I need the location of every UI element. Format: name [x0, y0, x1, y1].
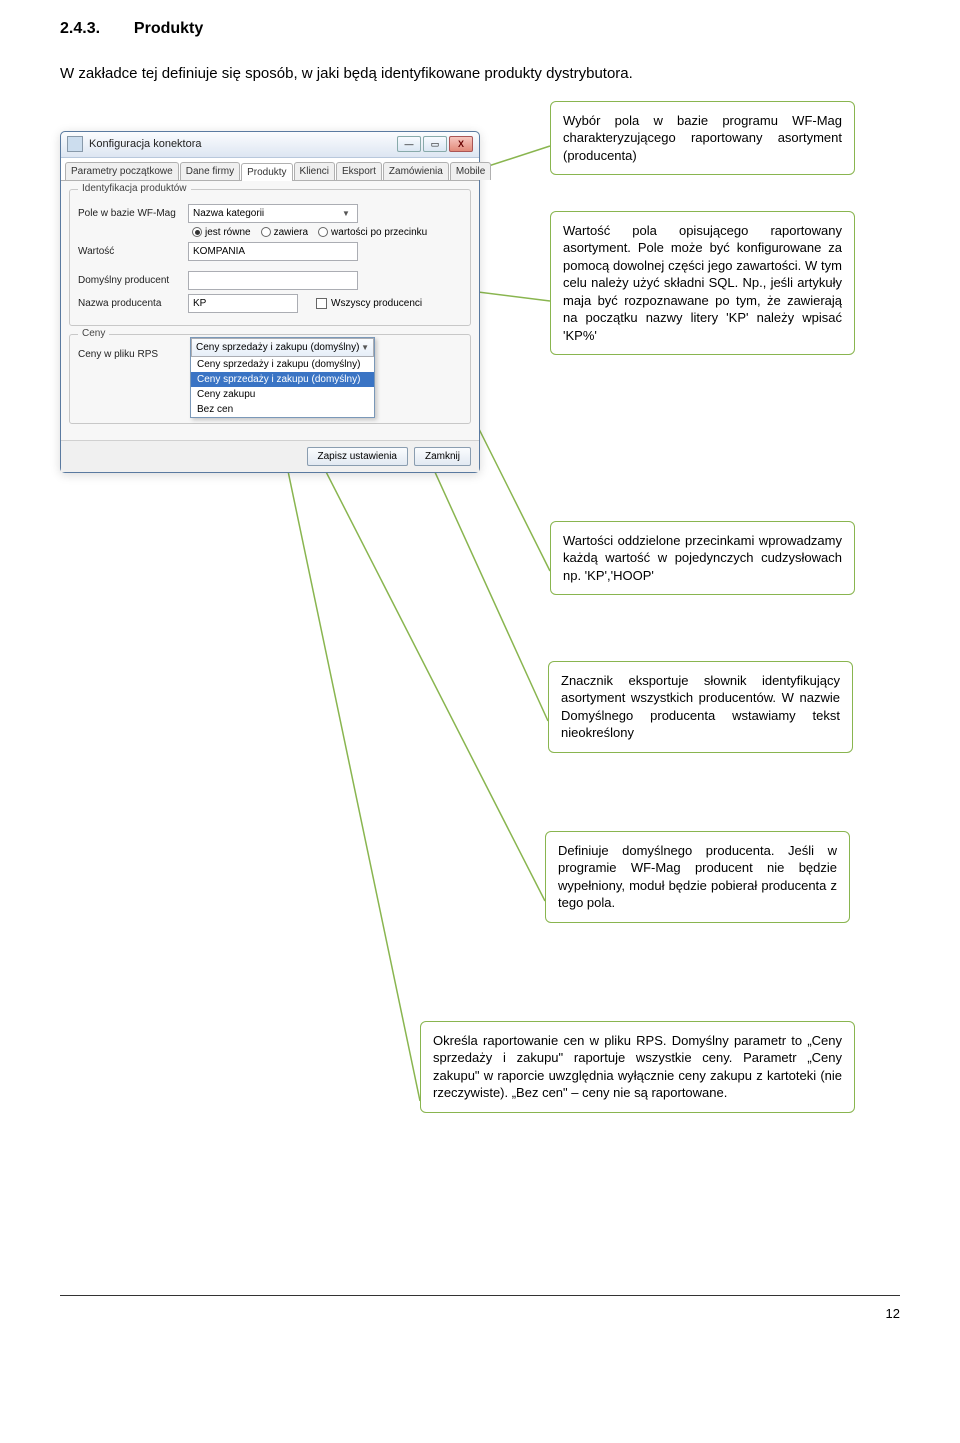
tab-mobile[interactable]: Mobile	[450, 162, 491, 180]
tab-dane-firmy[interactable]: Dane firmy	[180, 162, 240, 180]
combo-ceny-open[interactable]: Ceny sprzedaży i zakupu (domyślny) ▼ Cen…	[190, 337, 375, 418]
section-title: Produkty	[134, 20, 203, 38]
lbl-nazwa: Nazwa producenta	[78, 298, 188, 309]
radio-dot-icon	[192, 227, 202, 237]
close-button[interactable]: X	[449, 136, 473, 152]
callout-6: Określa raportowanie cen w pliku RPS. Do…	[420, 1021, 855, 1113]
lbl-domyslny: Domyślny producent	[78, 275, 188, 286]
input-domyslny[interactable]	[188, 271, 358, 290]
combo-pole-value: Nazwa kategorii	[193, 208, 264, 219]
tab-eksport[interactable]: Eksport	[336, 162, 382, 180]
combo-pole[interactable]: Nazwa kategorii ▼	[188, 204, 358, 223]
radio-wartosci[interactable]: wartości po przecinku	[318, 227, 427, 238]
app-icon	[67, 136, 83, 152]
dd-item-3[interactable]: Bez cen	[191, 402, 374, 417]
dialog-title: Konfiguracja konektora	[89, 138, 397, 150]
lbl-wartosc: Wartość	[78, 246, 188, 257]
callout-1: Wybór pola w bazie programu WF-Mag chara…	[550, 101, 855, 176]
combo-ceny-head[interactable]: Ceny sprzedaży i zakupu (domyślny) ▼	[191, 338, 374, 357]
tab-panel: Identyfikacja produktów Pole w bazie WF-…	[61, 181, 479, 440]
callout-4: Znacznik eksportuje słownik identyfikują…	[548, 661, 853, 753]
close-dialog-button[interactable]: Zamknij	[414, 447, 471, 466]
checkbox-icon	[316, 298, 327, 309]
section-number: 2.4.3.	[60, 20, 100, 38]
dd-item-1[interactable]: Ceny sprzedaży i zakupu (domyślny)	[191, 372, 374, 387]
footer-rule	[60, 1295, 900, 1296]
tab-strip: Parametry początkowe Dane firmy Produkty…	[61, 158, 479, 181]
radio-dot-icon	[261, 227, 271, 237]
callout-2: Wartość pola opisującego raportowany aso…	[550, 211, 855, 356]
tab-produkty[interactable]: Produkty	[241, 163, 292, 181]
window-buttons: — ▭ X	[397, 136, 473, 152]
dialog-buttons: Zapisz ustawienia Zamknij	[61, 440, 479, 472]
tab-zamowienia[interactable]: Zamówienia	[383, 162, 449, 180]
group-identyfikacja: Identyfikacja produktów Pole w bazie WF-…	[69, 189, 471, 326]
callout-5: Definiuje domyślnego producenta. Jeśli w…	[545, 831, 850, 923]
tab-klienci[interactable]: Klienci	[294, 162, 335, 180]
maximize-button[interactable]: ▭	[423, 136, 447, 152]
input-wartosc[interactable]: KOMPANIA	[188, 242, 358, 261]
config-dialog: Konfiguracja konektora — ▭ X Parametry p…	[60, 131, 480, 473]
radio-dot-icon	[318, 227, 328, 237]
section-header: 2.4.3. Produkty	[60, 20, 900, 38]
chevron-down-icon: ▼	[339, 209, 353, 218]
dd-item-2[interactable]: Ceny zakupu	[191, 387, 374, 402]
lbl-pole: Pole w bazie WF-Mag	[78, 208, 188, 219]
group-ceny: Ceny Ceny w pliku RPS Ceny sprzedaży i z…	[69, 334, 471, 424]
minimize-button[interactable]: —	[397, 136, 421, 152]
radio-jest-rowne[interactable]: jest równe	[192, 227, 251, 238]
group2-title: Ceny	[78, 328, 109, 339]
tab-parametry[interactable]: Parametry początkowe	[65, 162, 179, 180]
radio-group-match: jest równe zawiera wartości po przecinku	[192, 227, 462, 238]
intro-paragraph: W zakładce tej definiuje się sposób, w j…	[60, 63, 900, 86]
save-button[interactable]: Zapisz ustawienia	[307, 447, 408, 466]
dd-item-0[interactable]: Ceny sprzedaży i zakupu (domyślny)	[191, 357, 374, 372]
chevron-down-icon: ▼	[361, 343, 369, 352]
callout-3: Wartości oddzielone przecinkami wprowadz…	[550, 521, 855, 596]
page-number: 12	[886, 1306, 900, 1321]
lbl-ceny: Ceny w pliku RPS	[78, 349, 188, 360]
main-area: Konfiguracja konektora — ▭ X Parametry p…	[60, 101, 900, 1301]
radio-zawiera[interactable]: zawiera	[261, 227, 308, 238]
chk-wszyscy[interactable]: Wszyscy producenci	[316, 298, 422, 309]
group1-title: Identyfikacja produktów	[78, 183, 191, 194]
input-nazwa[interactable]: KP	[188, 294, 298, 313]
titlebar[interactable]: Konfiguracja konektora — ▭ X	[61, 132, 479, 158]
